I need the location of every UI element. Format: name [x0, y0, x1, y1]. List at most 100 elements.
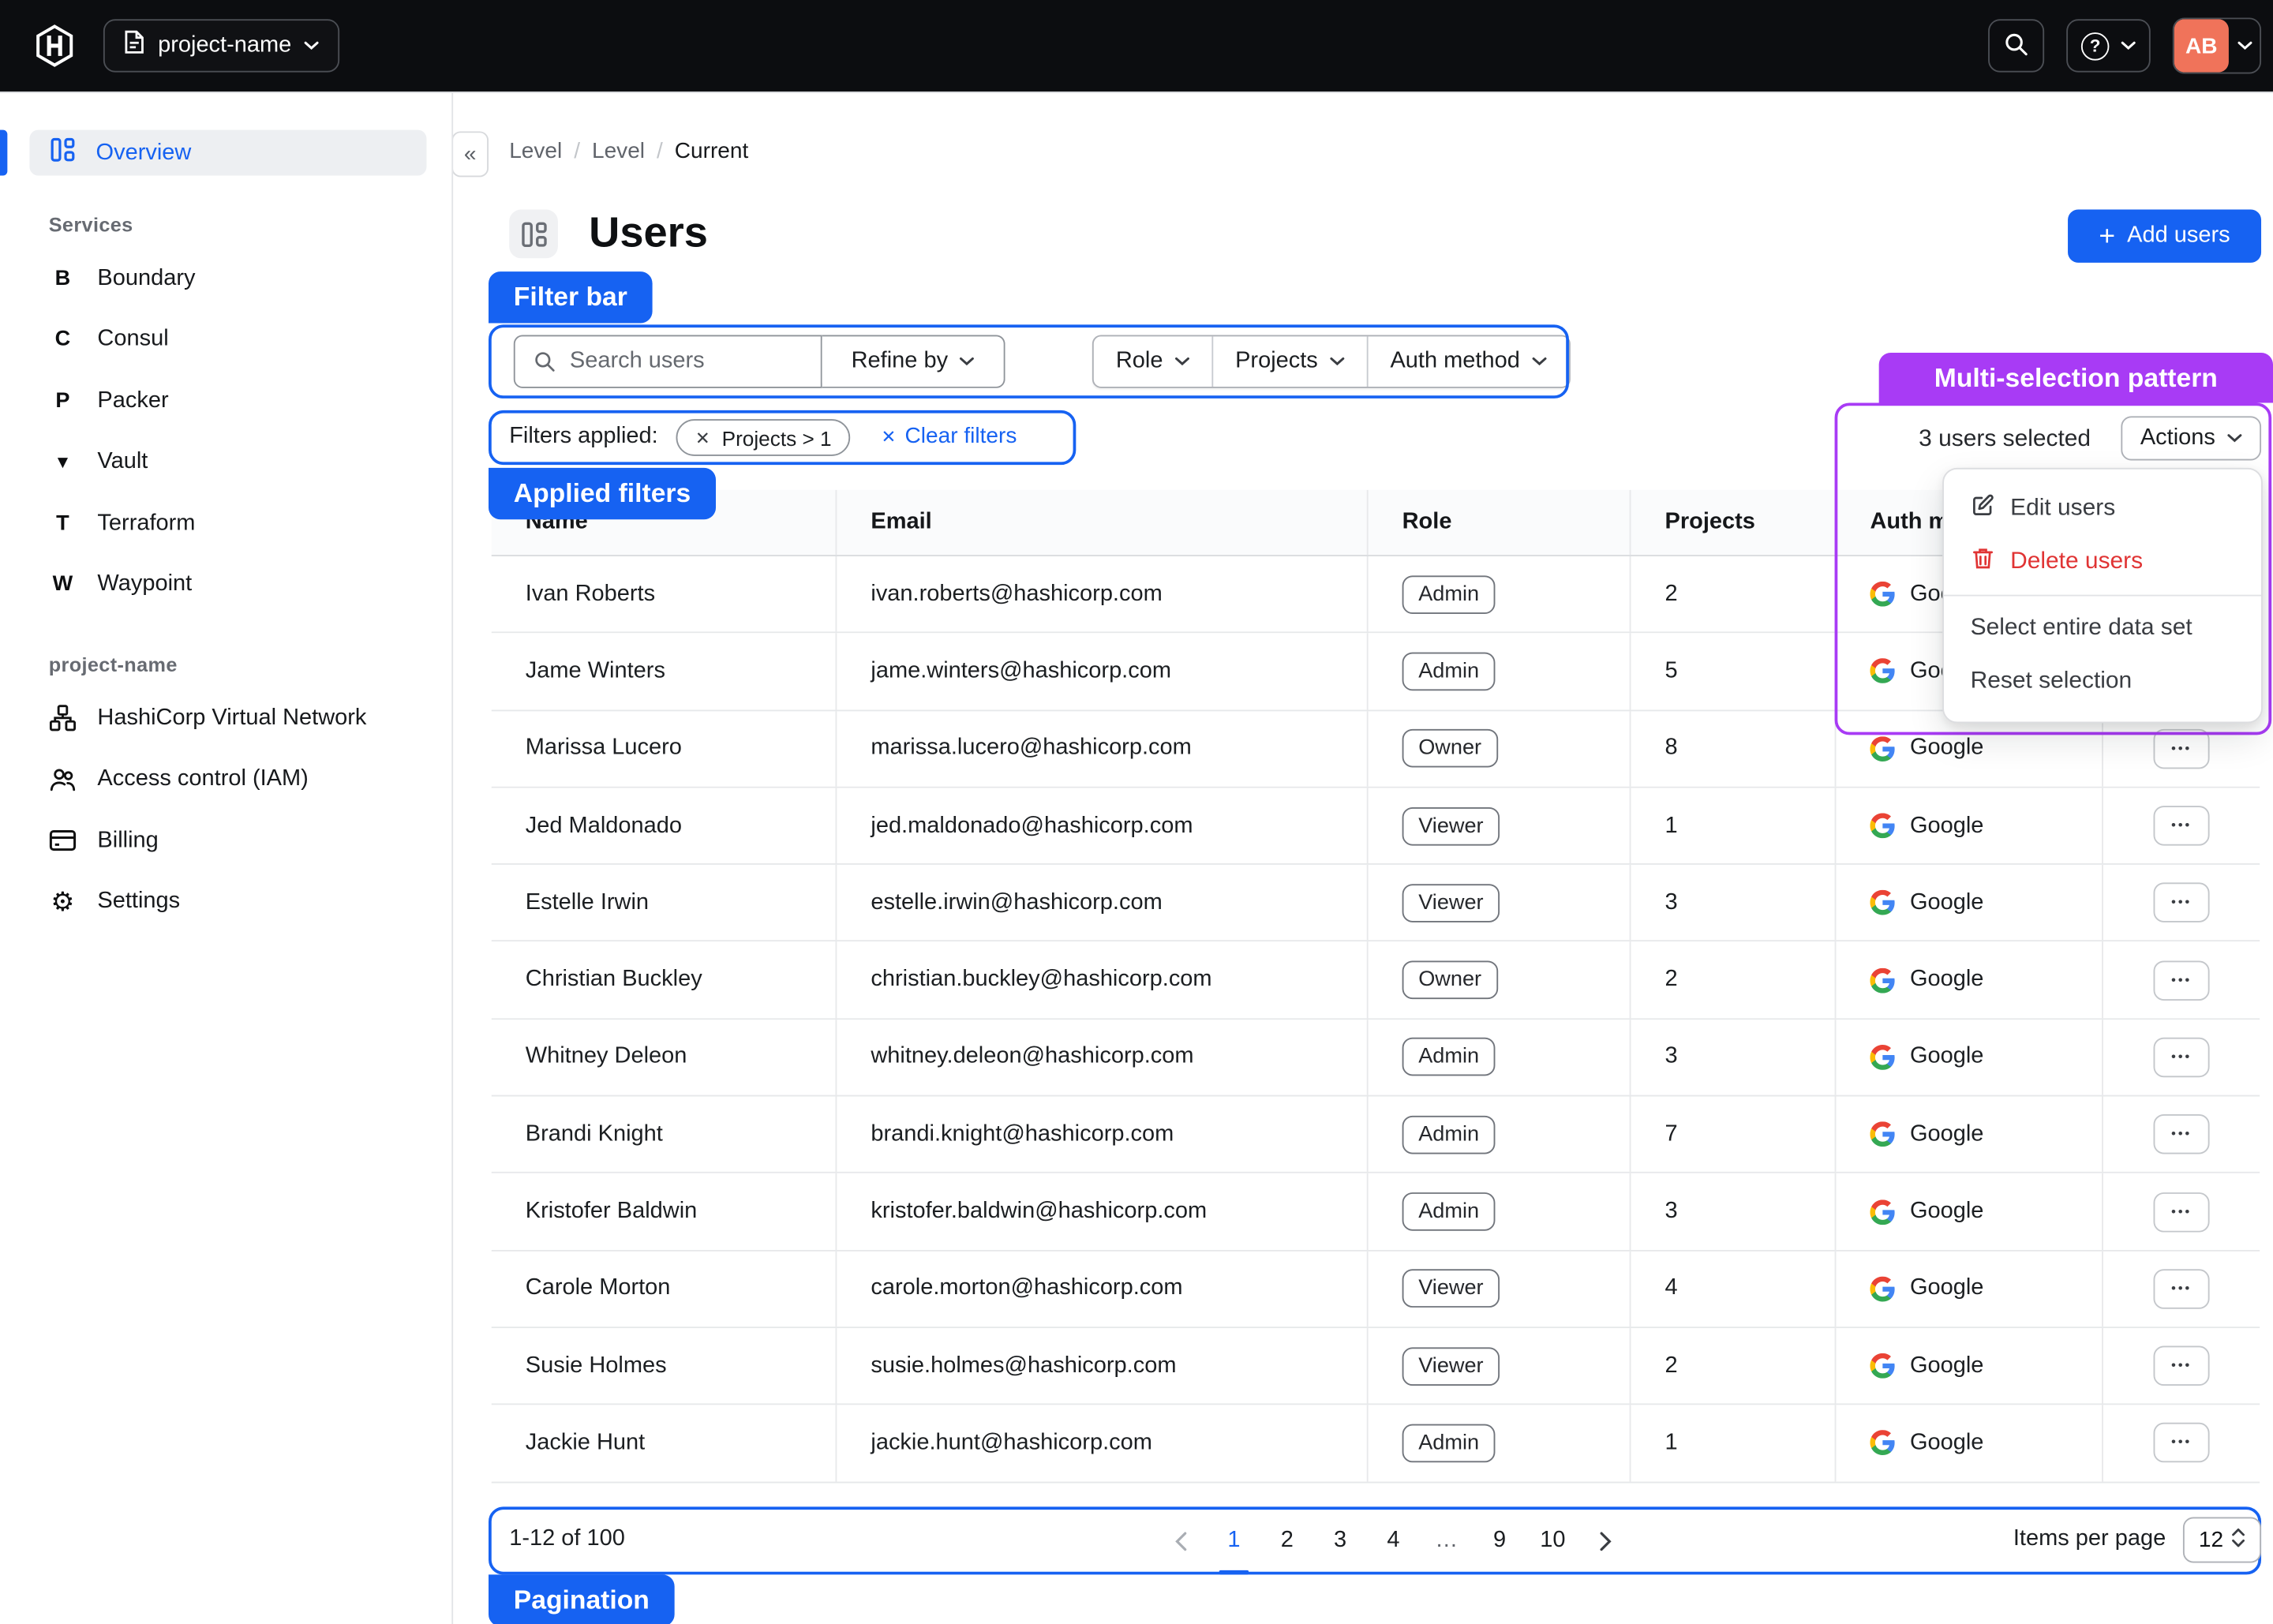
auth-method-cell: Google — [1835, 1328, 2102, 1404]
clear-filters-link[interactable]: ✕ Clear filters — [881, 424, 1017, 449]
help-menu-button[interactable]: ? — [2066, 19, 2151, 72]
annotation-pagination: Pagination — [489, 1574, 675, 1624]
search-input[interactable]: Search users — [514, 335, 822, 388]
project-switcher-button[interactable]: project-name — [103, 19, 340, 72]
table-row: Susie Holmessusie.holmes@hashicorp.comVi… — [492, 1328, 2260, 1405]
pagination-page-4[interactable]: 4 — [1371, 1517, 1415, 1564]
sidebar-item-billing[interactable]: Billing — [0, 810, 451, 872]
sidebar-item-packer[interactable]: PPacker — [0, 370, 451, 432]
user-name: Carole Morton — [492, 1251, 836, 1327]
role-cell: Viewer — [1367, 1251, 1630, 1327]
active-item-indicator — [0, 130, 7, 176]
breadcrumb: Level / Level / Current — [509, 139, 748, 164]
row-actions-cell: ••• — [2102, 788, 2260, 863]
google-icon — [1870, 1122, 1895, 1147]
role-badge: Admin — [1402, 1038, 1496, 1076]
user-name: Christian Buckley — [492, 942, 836, 1018]
row-overflow-menu-button[interactable]: ••• — [2154, 1269, 2210, 1308]
remove-filter-icon[interactable]: ✕ — [695, 427, 710, 447]
row-overflow-menu-button[interactable]: ••• — [2154, 1424, 2210, 1463]
document-icon — [124, 29, 144, 62]
settings-icon: ⚙ — [49, 888, 77, 916]
role-badge: Viewer — [1402, 1347, 1500, 1386]
sidebar-section-services: Services BBoundaryCConsulPPacker▼VaultTT… — [0, 214, 451, 616]
row-overflow-menu-button[interactable]: ••• — [2154, 883, 2210, 922]
google-icon — [1870, 1353, 1895, 1379]
menu-item-reset-selection[interactable]: Reset selection — [1944, 655, 2261, 708]
menu-item-delete-users[interactable]: Delete users — [1944, 536, 2261, 589]
sidebar-item-hvn[interactable]: HashiCorp Virtual Network — [0, 687, 451, 749]
menu-item-edit-users[interactable]: Edit users — [1944, 483, 2261, 536]
menu-item-select-entire-data-set[interactable]: Select entire data set — [1944, 602, 2261, 655]
user-name: Marissa Lucero — [492, 711, 836, 787]
menu-divider — [1944, 595, 2261, 597]
sidebar-item-terraform[interactable]: TTerraform — [0, 493, 451, 555]
auth-method-cell: Google — [1835, 788, 2102, 863]
pagination-range: 1-12 of 100 — [509, 1526, 625, 1553]
row-actions-cell: ••• — [2102, 1020, 2260, 1095]
user-email: jame.winters@hashicorp.com — [835, 634, 1366, 709]
pagination-page-3[interactable]: 3 — [1318, 1517, 1362, 1564]
breadcrumb-link[interactable]: Level — [509, 139, 562, 164]
refine-by-dropdown[interactable]: Refine by — [822, 335, 1005, 388]
pagination-page-9[interactable]: 9 — [1477, 1517, 1522, 1564]
user-email: christian.buckley@hashicorp.com — [835, 942, 1366, 1018]
sidebar-collapse-button[interactable]: « — [453, 131, 489, 177]
row-overflow-menu-button[interactable]: ••• — [2154, 728, 2210, 768]
pagination-pages: 1234…910 — [1159, 1517, 1628, 1564]
auth-method-cell: Google — [1835, 1405, 2102, 1481]
sidebar-item-settings[interactable]: ⚙Settings — [0, 871, 451, 933]
row-actions-cell: ••• — [2102, 1173, 2260, 1249]
sidebar-item-consul[interactable]: CConsul — [0, 309, 451, 371]
project-switcher-label: project-name — [158, 32, 291, 59]
user-name: Estelle Irwin — [492, 865, 836, 941]
auth-method-cell: Google — [1835, 865, 2102, 941]
global-search-button[interactable] — [1988, 19, 2044, 72]
row-overflow-menu-button[interactable]: ••• — [2154, 1114, 2210, 1154]
breadcrumb-link[interactable]: Level — [592, 139, 645, 164]
pagination-next-button[interactable] — [1584, 1517, 1628, 1564]
billing-icon — [49, 827, 77, 855]
auth-method-filter-dropdown[interactable]: Auth method — [1367, 336, 1569, 387]
sidebar-item-iam[interactable]: Access control (IAM) — [0, 749, 451, 810]
projects-count: 2 — [1630, 556, 1835, 632]
row-overflow-menu-button[interactable]: ••• — [2154, 1346, 2210, 1386]
pagination-page-1[interactable]: 1 — [1211, 1517, 1256, 1564]
trash-icon — [1971, 546, 1996, 578]
vault-icon: ▼ — [49, 452, 77, 473]
search-placeholder: Search users — [570, 348, 705, 375]
projects-filter-dropdown[interactable]: Projects — [1211, 336, 1366, 387]
row-overflow-menu-button[interactable]: ••• — [2154, 1038, 2210, 1077]
row-overflow-menu-button[interactable]: ••• — [2154, 1192, 2210, 1231]
role-badge: Admin — [1402, 1424, 1496, 1463]
main-content: « Level / Level / Current Users + Add us… — [453, 93, 2273, 1624]
pagination-page-2[interactable]: 2 — [1265, 1517, 1309, 1564]
actions-menu: Edit users Delete users Select entire da… — [1942, 468, 2263, 724]
user-email: brandi.knight@hashicorp.com — [835, 1097, 1366, 1173]
pagination-page-10[interactable]: 10 — [1530, 1517, 1575, 1564]
role-badge: Admin — [1402, 575, 1496, 614]
actions-dropdown-button[interactable]: Actions — [2121, 416, 2261, 460]
sidebar-item-boundary[interactable]: BBoundary — [0, 248, 451, 309]
items-per-page-select[interactable]: 12 — [2183, 1517, 2261, 1562]
pagination-prev-button[interactable] — [1159, 1517, 1203, 1564]
user-email: jackie.hunt@hashicorp.com — [835, 1405, 1366, 1481]
sidebar-item-waypoint[interactable]: WWaypoint — [0, 554, 451, 616]
column-header-projects: Projects — [1630, 490, 1835, 555]
user-email: susie.holmes@hashicorp.com — [835, 1328, 1366, 1404]
role-filter-dropdown[interactable]: Role — [1094, 336, 1211, 387]
items-per-page-label: Items per page — [2013, 1526, 2166, 1553]
row-actions-cell: ••• — [2102, 1097, 2260, 1173]
sidebar-item-vault[interactable]: ▼Vault — [0, 432, 451, 493]
applied-filter-chip[interactable]: ✕ Projects > 1 — [676, 419, 851, 456]
sidebar-item-overview[interactable]: Overview — [29, 130, 426, 176]
account-menu-button[interactable]: AB — [2173, 17, 2261, 73]
row-overflow-menu-button[interactable]: ••• — [2154, 960, 2210, 1000]
projects-count: 1 — [1630, 788, 1835, 863]
user-name: Whitney Deleon — [492, 1020, 836, 1095]
add-users-button[interactable]: + Add users — [2068, 210, 2261, 263]
google-icon — [1870, 1045, 1895, 1070]
breadcrumb-separator: / — [574, 139, 580, 164]
row-overflow-menu-button[interactable]: ••• — [2154, 806, 2210, 845]
section-label: project-name — [49, 653, 452, 675]
